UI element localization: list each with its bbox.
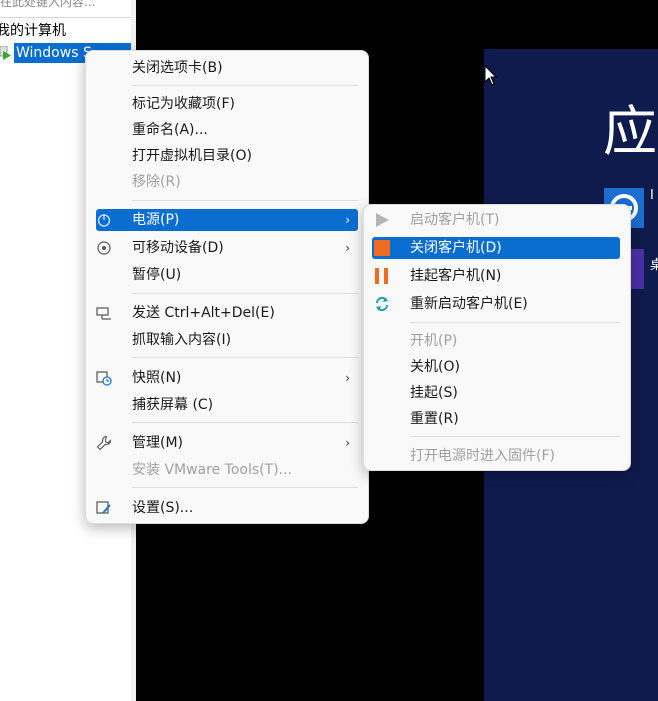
guest-heading: 应 [603,100,657,163]
menu-item-suspend-guest[interactable]: 挂起客户机(N) [372,265,620,287]
wrench-icon [96,435,112,451]
power-submenu: 启动客户机(T) 关闭客户机(D) 挂起客户机(N) 重新启动客户机(E) 开机… [363,204,631,471]
menu-separator [132,422,358,423]
menu-item-power-on-to-firmware[interactable]: 打开电源时进入固件(F) [372,445,620,467]
menu-separator [410,322,620,323]
submenu-arrow-icon: › [345,213,350,227]
menu-item-settings[interactable]: 设置(S)... [96,497,358,519]
restart-icon [376,297,388,311]
library-search-input[interactable]: 在此处键入内容... [0,0,131,18]
mouse-cursor-icon [484,65,498,86]
submenu-arrow-icon: › [345,371,350,385]
menu-item-removable-devices[interactable]: 可移动设备(D) › [96,237,358,259]
keyboard-send-icon [96,307,111,320]
menu-separator [132,85,358,86]
menu-item-grab-input[interactable]: 抓取输入内容(I) [96,329,358,351]
menu-item-close-tab[interactable]: 关闭选项卡(B) [96,57,358,79]
menu-separator [410,436,620,437]
menu-item-send-ctrl-alt-del[interactable]: 发送 Ctrl+Alt+Del(E) [96,302,358,324]
play-icon [376,213,389,227]
menu-item-capture-screen[interactable]: 捕获屏幕 (C) [96,394,358,416]
menu-item-power[interactable]: 电源(P) › [96,209,358,231]
menu-item-open-vm-directory[interactable]: 打开虚拟机目录(O) [96,145,358,167]
snapshot-icon [96,371,112,386]
menu-item-install-vmware-tools[interactable]: 安装 VMware Tools(T)... [96,459,358,481]
menu-item-rename[interactable]: 重命名(A)... [96,119,358,141]
menu-item-suspend[interactable]: 挂起(S) [372,382,620,404]
stop-icon [374,240,390,256]
vm-context-menu: 关闭选项卡(B) 标记为收藏项(F) 重命名(A)... 打开虚拟机目录(O) … [85,50,369,524]
menu-item-power-on[interactable]: 开机(P) [372,330,620,352]
menu-item-snapshot[interactable]: 快照(N) › [96,367,358,389]
submenu-arrow-icon: › [345,241,350,255]
removable-device-icon [97,241,111,255]
menu-item-pause[interactable]: 暂停(U) [96,264,358,286]
menu-item-remove[interactable]: 移除(R) [96,171,358,193]
submenu-arrow-icon: › [345,436,350,450]
settings-icon [96,501,111,514]
menu-separator [132,487,358,488]
menu-separator [132,357,358,358]
menu-item-power-off[interactable]: 关机(O) [372,356,620,378]
menu-item-start-guest[interactable]: 启动客户机(T) [372,209,620,231]
guest-tile1-text: I [650,188,654,203]
vm-running-icon [0,46,11,60]
menu-separator [132,200,358,201]
menu-item-manage[interactable]: 管理(M) › [96,432,358,454]
menu-item-mark-favorite[interactable]: 标记为收藏项(F) [96,93,358,115]
guest-tile2-text: 桌 [650,258,658,273]
menu-item-shutdown-guest[interactable]: 关闭客户机(D) [372,237,620,259]
menu-item-restart-guest[interactable]: 重新启动客户机(E) [372,293,620,315]
menu-item-reset[interactable]: 重置(R) [372,408,620,430]
pause-icon [375,268,388,284]
power-icon [97,214,111,227]
tree-item-my-computer[interactable]: 我的计算机 [0,22,66,40]
menu-separator [132,293,358,294]
